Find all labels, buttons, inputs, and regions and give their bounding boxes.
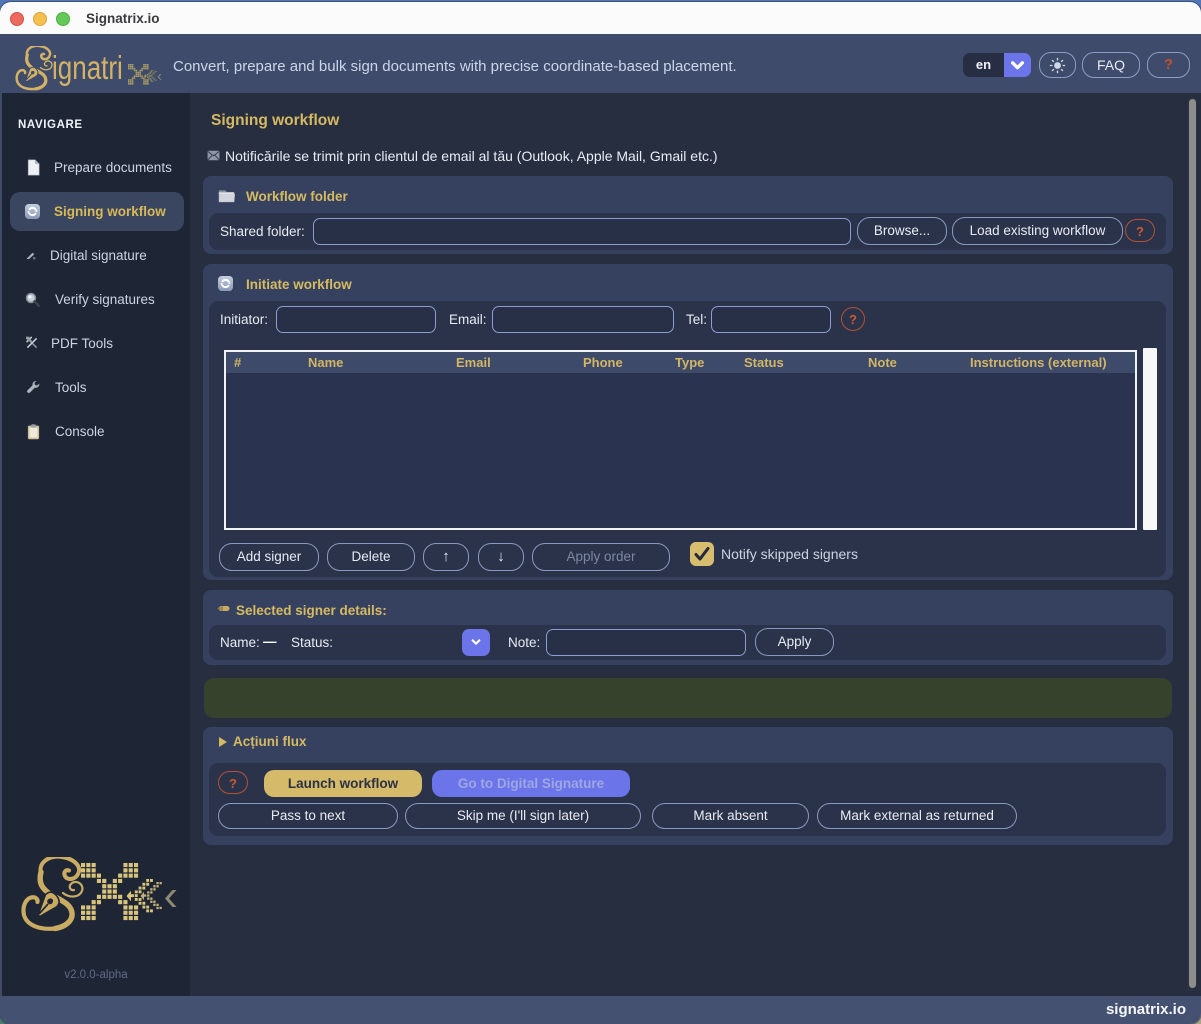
svg-text:D: D bbox=[33, 256, 36, 260]
